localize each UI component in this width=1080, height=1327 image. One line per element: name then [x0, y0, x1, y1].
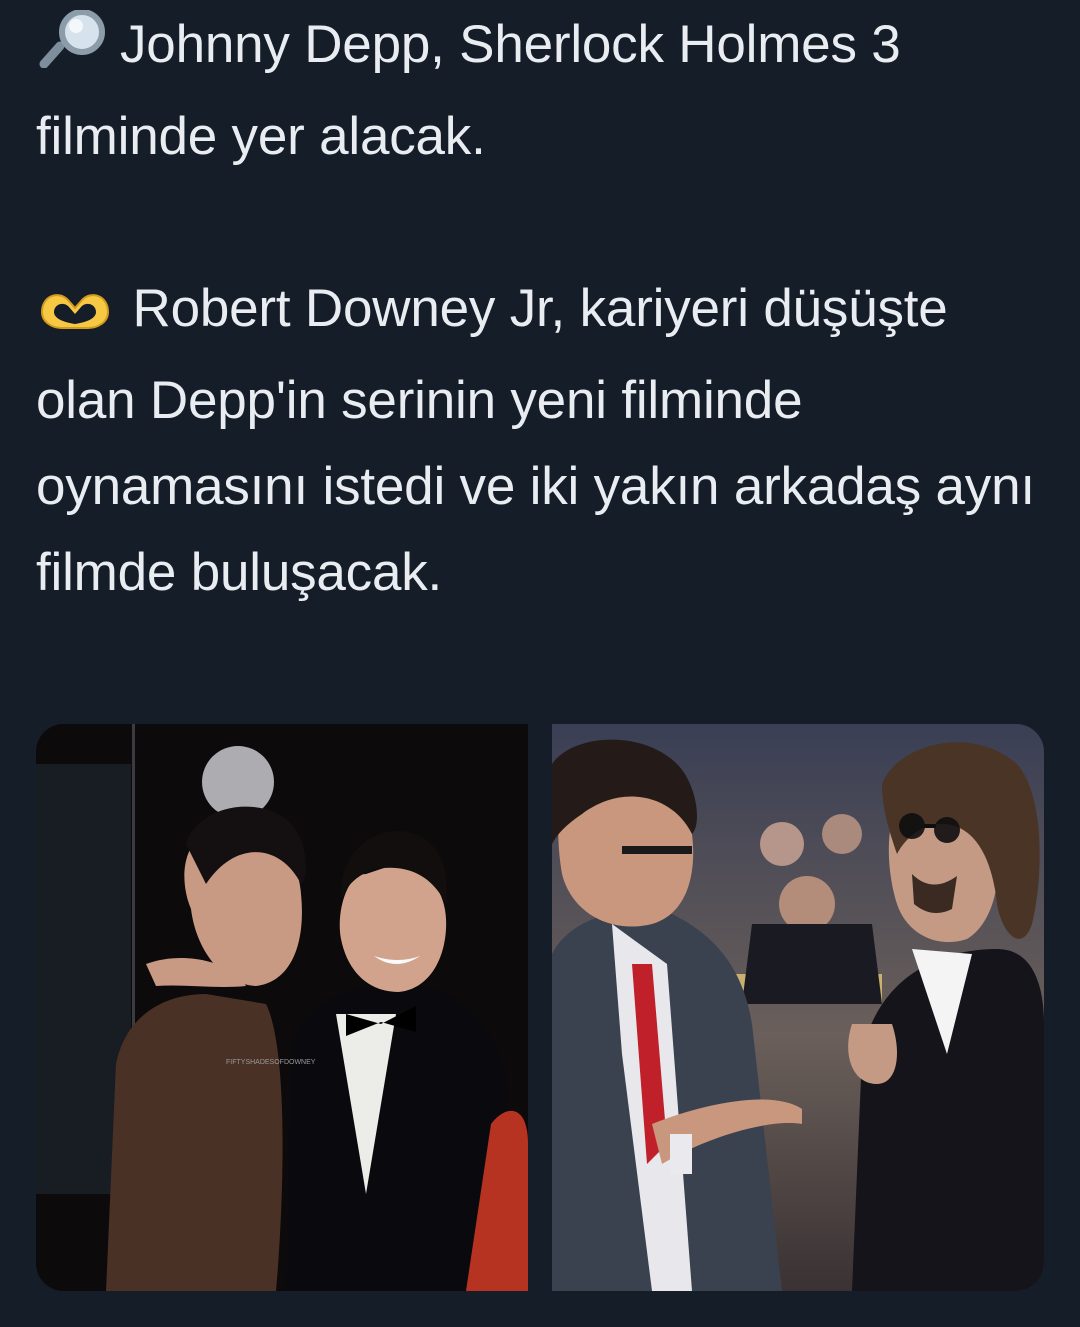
- tweet-media-grid: FIFTYSHADESOFDOWNEY: [36, 724, 1044, 1291]
- photo-depp-downey-1990s[interactable]: FIFTYSHADESOFDOWNEY: [36, 724, 528, 1291]
- photo-watermark: FIFTYSHADESOFDOWNEY: [226, 1059, 316, 1066]
- tweet-text: Johnny Depp, Sherlock Holmes 3 filminde …: [36, 0, 1056, 616]
- photo-depp-downey-event[interactable]: [552, 724, 1044, 1291]
- tweet-paragraph-1: Johnny Depp, Sherlock Holmes 3 filminde …: [36, 2, 1056, 180]
- tweet-paragraph-2: Robert Downey Jr, kariyeri düşüşte olan …: [36, 266, 1056, 616]
- paragraph-2-text: Robert Downey Jr, kariyeri düşüşte olan …: [36, 279, 1035, 602]
- magnifying-glass-icon: [36, 8, 116, 94]
- heart-hands-icon: [36, 272, 114, 358]
- paragraph-1-text: Johnny Depp, Sherlock Holmes 3 filminde …: [36, 15, 901, 166]
